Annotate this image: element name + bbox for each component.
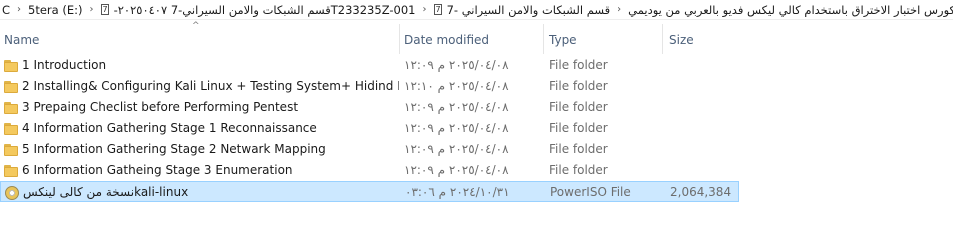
column-header-name[interactable]: Name <box>0 27 399 53</box>
file-row-selected[interactable]: نسخة من كالى لينكسkali-linux ٢٠٢٤/١٠/٣١ … <box>0 181 739 202</box>
column-header-date[interactable]: Date modified <box>400 27 543 53</box>
folder-icon <box>4 59 18 72</box>
file-size <box>669 160 735 181</box>
file-name: نسخة من كالى لينكسkali-linux <box>23 185 189 199</box>
folder-icon <box>4 164 18 177</box>
file-name-cell: نسخة من كالى لينكسkali-linux <box>5 182 400 203</box>
file-type: File folder <box>549 79 608 93</box>
file-size <box>669 118 735 139</box>
breadcrumb-sub-folder[interactable]: T233235Z-001قسم الشبكات والامن السيراني-… <box>112 3 418 17</box>
file-name-cell: 3 Prepaing Checlist before Performing Pe… <box>4 97 399 118</box>
file-row[interactable]: 6 Information Gatheing Stage 3 Enumerati… <box>0 160 739 181</box>
column-divider[interactable] <box>662 24 663 54</box>
file-type: File folder <box>549 58 608 72</box>
breadcrumb-course-folder[interactable]: كورس اختبار الاختراق باستخدام كالي ليكس … <box>626 3 953 17</box>
file-row[interactable]: 5 Information Gathering Stage 2 Netwark … <box>0 139 739 160</box>
folder-icon <box>4 101 18 114</box>
column-divider[interactable] <box>543 24 544 54</box>
file-name: 6 Information Gatheing Stage 3 Enumerati… <box>22 163 293 177</box>
file-name-cell: 6 Information Gatheing Stage 3 Enumerati… <box>4 160 399 181</box>
file-date: ٢٠٢٥/٠٤/٠٨ م ١٢:٠٩ <box>404 163 509 177</box>
file-name-cell: 2 Installing& Configuring Kali Linux + T… <box>4 76 399 97</box>
file-date: ٢٠٢٥/٠٤/٠٨ م ١٢:٠٩ <box>404 142 509 156</box>
chevron-right-icon[interactable]: › <box>417 4 431 15</box>
folder-icon <box>4 80 18 93</box>
file-size <box>669 97 735 118</box>
archive-icon: 7 <box>101 4 109 15</box>
file-date: ٢٠٢٥/٠٤/٠٨ م ١٢:١٠ <box>404 79 509 93</box>
breadcrumb-drive-prefix[interactable]: C <box>0 3 12 17</box>
column-header-type[interactable]: Type <box>545 27 662 53</box>
breadcrumb-drive[interactable]: 5tera (E:) <box>26 3 84 17</box>
folder-icon <box>4 143 18 156</box>
file-date: ٢٠٢٥/٠٤/٠٨ م ١٢:٠٩ <box>404 100 509 114</box>
file-name-cell: 4 Information Gathering Stage 1 Reconnai… <box>4 118 399 139</box>
file-type: File folder <box>549 121 608 135</box>
archive-icon: 7 <box>434 4 442 15</box>
file-name: 1 Introduction <box>22 58 107 72</box>
file-size <box>669 76 735 97</box>
chevron-right-icon[interactable]: › <box>612 4 626 15</box>
file-name-cell: 1 Introduction <box>4 55 399 76</box>
file-size <box>669 55 735 76</box>
folder-icon <box>4 122 18 135</box>
file-type: File folder <box>549 142 608 156</box>
file-row[interactable]: 2 Installing& Configuring Kali Linux + T… <box>0 76 739 97</box>
file-row[interactable]: 1 Introduction ٢٠٢٥/٠٤/٠٨ م ١٢:٠٩ File f… <box>0 55 739 76</box>
disc-image-icon <box>5 185 19 200</box>
file-name: 4 Information Gathering Stage 1 Reconnai… <box>22 121 317 135</box>
file-type: File folder <box>549 100 608 114</box>
file-size <box>669 139 735 160</box>
breadcrumb-dept-folder[interactable]: قسم الشبكات والامن السيراني -7 <box>445 3 613 17</box>
file-name: 2 Installing& Configuring Kali Linux + T… <box>22 79 399 93</box>
column-header-size[interactable]: Size <box>665 27 738 53</box>
file-name: 5 Information Gathering Stage 2 Netwark … <box>22 142 326 156</box>
file-name-cell: 5 Information Gathering Stage 2 Netwark … <box>4 139 399 160</box>
file-name: 3 Prepaing Checlist before Performing Pe… <box>22 100 299 114</box>
file-type: File folder <box>549 163 608 177</box>
file-row[interactable]: 3 Prepaing Checlist before Performing Pe… <box>0 97 739 118</box>
file-row[interactable]: 4 Information Gathering Stage 1 Reconnai… <box>0 118 739 139</box>
file-type: PowerISO File <box>550 185 631 199</box>
file-date: ٢٠٢٤/١٠/٣١ م ٠٣:٠٦ <box>405 185 510 199</box>
breadcrumb: C › 5tera (E:) › 7 T233235Z-001قسم الشبك… <box>0 0 953 20</box>
column-header-row: ^ Name Date modified Type Size <box>0 20 953 54</box>
file-date: ٢٠٢٥/٠٤/٠٨ م ١٢:٠٩ <box>404 121 509 135</box>
chevron-right-icon[interactable]: › <box>84 4 98 15</box>
file-date: ٢٠٢٥/٠٤/٠٨ م ١٢:٠٩ <box>404 58 509 72</box>
chevron-right-icon[interactable]: › <box>12 4 26 15</box>
file-size: 2,064,384 KB <box>670 185 736 199</box>
